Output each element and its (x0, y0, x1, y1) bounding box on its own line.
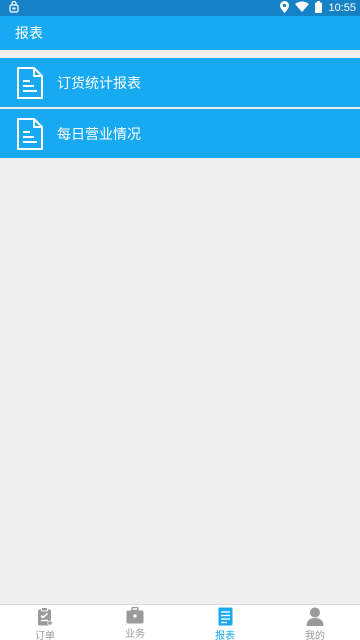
page-title: 报表 (15, 26, 43, 42)
battery-icon (315, 0, 323, 16)
report-item-daily-business[interactable]: 每日营业情况 (0, 109, 360, 160)
user-icon (306, 607, 324, 626)
app-bar: 报表 (0, 16, 360, 50)
nav-label: 报表 (215, 631, 235, 640)
report-item-label: 订货统计报表 (57, 75, 141, 92)
bottom-nav: 订单 业务 报表 我的 (0, 604, 360, 640)
clipboard-icon (36, 607, 54, 626)
nav-label: 业务 (125, 629, 145, 640)
nav-label: 订单 (35, 631, 55, 640)
nav-item-profile[interactable]: 我的 (270, 605, 360, 640)
status-time: 10:55 (328, 2, 356, 14)
document-icon (16, 117, 44, 151)
notification-icon (8, 0, 20, 16)
nav-item-orders[interactable]: 订单 (0, 605, 90, 640)
nav-item-business[interactable]: 业务 (90, 605, 180, 640)
nav-item-reports[interactable]: 报表 (180, 605, 270, 640)
wifi-icon (295, 1, 310, 15)
report-item-label: 每日营业情况 (57, 126, 141, 143)
location-icon (280, 0, 290, 16)
document-icon (16, 66, 44, 100)
report-list: 订货统计报表 每日营业情况 (0, 58, 360, 160)
report-item-order-stats[interactable]: 订货统计报表 (0, 58, 360, 109)
report-icon (216, 607, 234, 626)
nav-label: 我的 (305, 631, 325, 640)
briefcase-icon (126, 607, 144, 624)
status-bar: 10:55 (0, 0, 360, 16)
